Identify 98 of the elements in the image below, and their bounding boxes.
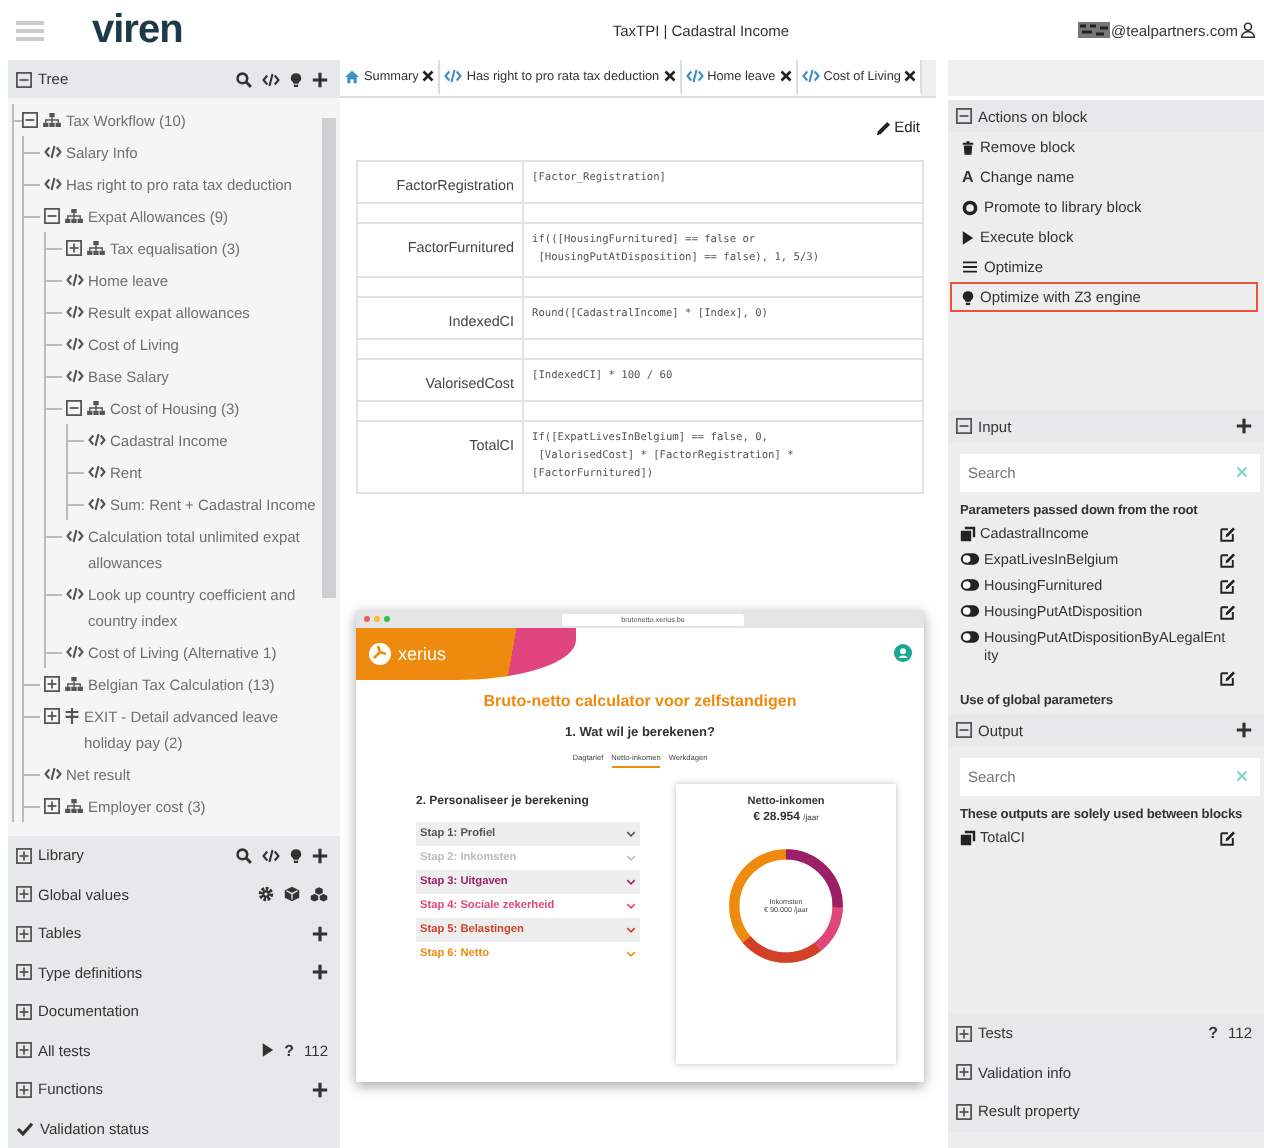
collapse-icon[interactable] [16, 71, 32, 87]
donut-chart-drawing [724, 844, 848, 968]
close-icon[interactable] [779, 70, 792, 82]
cubes-icon[interactable] [310, 886, 328, 903]
edit-icon[interactable] [1220, 604, 1236, 620]
user-icon[interactable] [1240, 22, 1256, 38]
code-icon [88, 496, 106, 512]
code-icon [66, 368, 84, 384]
plus-icon[interactable] [312, 847, 328, 864]
plus-icon[interactable] [312, 71, 328, 87]
close-icon[interactable] [663, 70, 676, 82]
collapse-icon[interactable] [66, 400, 82, 416]
signpost-icon [64, 708, 80, 724]
code-icon [88, 432, 106, 448]
plus-icon[interactable] [1236, 722, 1252, 738]
help-mark[interactable]: ? [284, 1041, 295, 1060]
collapse-icon[interactable] [956, 108, 972, 124]
app-logo: viren [92, 7, 183, 53]
chevron-icon [626, 926, 636, 934]
toggle-icon [960, 604, 980, 618]
plus-icon[interactable] [312, 964, 328, 981]
circle-icon [962, 199, 978, 215]
hierarchy-icon [64, 208, 84, 224]
lightbulb-icon [290, 71, 302, 87]
expand-icon[interactable] [16, 1003, 32, 1020]
code-icon [66, 644, 84, 660]
code-icon [44, 144, 62, 160]
edit-icon[interactable] [1220, 670, 1236, 686]
chevron-icon [626, 878, 636, 886]
code-icon [88, 464, 106, 480]
toggle-icon [960, 630, 980, 644]
code-icon [685, 68, 704, 84]
toggle-icon [960, 578, 980, 592]
code-icon [801, 68, 820, 84]
edit-icon[interactable] [1220, 830, 1236, 846]
expand-icon[interactable] [956, 1025, 972, 1042]
toggle-icon [960, 552, 980, 566]
collapse-icon[interactable] [956, 722, 972, 738]
plus-icon[interactable] [1236, 418, 1252, 434]
chevron-icon [626, 902, 636, 910]
expand-icon[interactable] [16, 886, 32, 903]
trash-icon [962, 139, 974, 155]
home-icon [344, 69, 360, 83]
expand-icon[interactable] [44, 798, 60, 814]
expand-icon[interactable] [16, 925, 32, 942]
scrollbar[interactable] [322, 118, 336, 598]
code-icon [262, 71, 280, 87]
expand-icon[interactable] [16, 1042, 32, 1059]
edit-icon[interactable] [1220, 526, 1236, 542]
chevron-icon [626, 830, 636, 838]
expand-icon[interactable] [16, 1081, 32, 1098]
code-icon [66, 304, 84, 320]
redacted-block [1077, 22, 1110, 38]
stack-icon [960, 830, 976, 846]
expand-icon[interactable] [956, 1103, 972, 1120]
chevron-icon [626, 950, 636, 958]
lightbulb-icon [290, 847, 302, 864]
collapse-icon[interactable] [44, 208, 60, 224]
brand-name: xerius [398, 644, 447, 664]
lightbulb-icon [962, 289, 974, 305]
expand-icon[interactable] [16, 964, 32, 981]
code-icon [44, 176, 62, 192]
collapse-icon[interactable] [22, 112, 38, 128]
letter-icon: A [962, 168, 974, 186]
close-icon[interactable] [904, 70, 917, 82]
expand-icon[interactable] [44, 676, 60, 692]
code-icon [66, 586, 84, 602]
edit-icon[interactable] [1220, 552, 1236, 568]
plus-icon[interactable] [312, 1081, 328, 1098]
expand-icon[interactable] [956, 1064, 972, 1081]
code-icon [444, 68, 463, 84]
sliders-icon [962, 260, 978, 274]
check-icon [16, 1121, 34, 1136]
hierarchy-icon [42, 112, 62, 128]
code-icon [66, 528, 84, 544]
expand-icon[interactable] [16, 847, 32, 864]
code-icon [44, 766, 62, 782]
collapse-icon[interactable] [956, 418, 972, 434]
code-icon [262, 847, 280, 864]
close-icon[interactable] [422, 70, 435, 82]
page-heading: Bruto-netto calculator voor zelfstandigen [481, 692, 799, 710]
code-icon [66, 272, 84, 288]
code-icon [66, 336, 84, 352]
expand-icon[interactable] [44, 708, 60, 724]
cube-icon[interactable] [284, 886, 300, 903]
expand-icon[interactable] [66, 240, 82, 256]
hierarchy-icon [64, 798, 84, 814]
play-icon[interactable] [262, 1042, 275, 1059]
chevron-icon [626, 854, 636, 862]
help-mark[interactable]: ? [1208, 1024, 1219, 1043]
edit-icon[interactable] [1220, 578, 1236, 594]
pencil-icon [876, 119, 893, 135]
hierarchy-icon [86, 400, 106, 416]
plus-icon[interactable] [312, 925, 328, 942]
play-icon [962, 229, 974, 245]
stack-icon [960, 526, 976, 542]
hierarchy-icon [86, 240, 106, 256]
hierarchy-icon [64, 676, 84, 692]
